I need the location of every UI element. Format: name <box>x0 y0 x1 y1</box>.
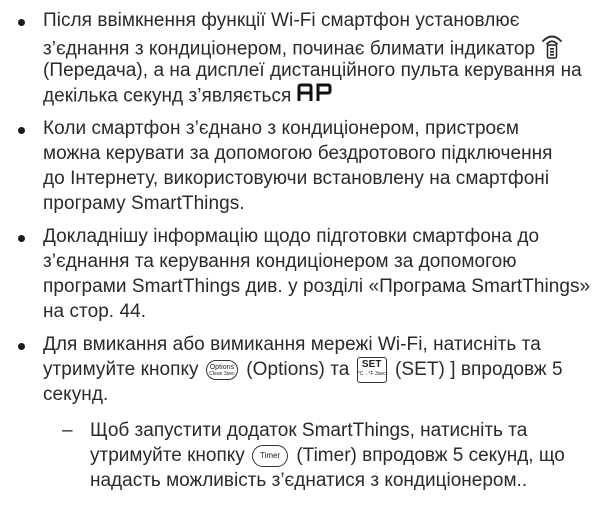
item-text: Коли смартфон з’єднано з кондиціонером, … <box>43 116 603 216</box>
text-fragment: (SET) ] впродовж 5 <box>395 359 563 381</box>
bullet-icon <box>18 19 25 26</box>
text-fragment: утримуйте кнопку <box>90 445 245 466</box>
text-line: Для вмикання або вимикання мережі Wi-Fi,… <box>43 334 541 355</box>
bullet-icon <box>18 127 25 134</box>
item-text: Для вмикання або вимикання мережі Wi-Fi,… <box>43 332 603 407</box>
text-line: Коли смартфон з’єднано з кондиціонером, … <box>43 118 520 139</box>
ap-display-code <box>297 83 335 110</box>
text-line: надасть можливість з’єднатися з кондиціо… <box>90 470 528 491</box>
text-fragment: утримуйте кнопку <box>43 359 199 381</box>
options-button-sublabel: Clean 3sec <box>209 371 235 377</box>
text-fragment: з’єднання з кондиціонером, починає блима… <box>43 38 536 60</box>
options-button-icon: Options Clean 3sec <box>205 360 238 380</box>
timer-button-label: Timer <box>260 450 281 460</box>
options-button-label: Options <box>209 364 235 371</box>
text-line: Щоб запустити додаток SmartThings, натис… <box>90 420 528 441</box>
sub-item-text: Щоб запустити додаток SmartThings, натис… <box>90 418 605 493</box>
bullet-icon <box>18 343 25 350</box>
bullet-icon <box>18 235 25 242</box>
item-text: Після ввімкнення функції Wi-Fi смартфон … <box>43 8 603 108</box>
text-line: декілька секунд з’являється AP <box>43 83 603 108</box>
item-text: Докладнішу інформацію щодо підготовки см… <box>43 224 603 324</box>
text-fragment: декілька секунд з’являється <box>43 85 292 107</box>
text-line: з’єднання та керування кондиціонером за … <box>43 251 517 272</box>
text-line: утримуйте кнопку Options Clean 3sec (Opt… <box>43 357 603 383</box>
text-line: утримуйте кнопку Timer (Timer) впродовж … <box>90 443 605 468</box>
text-line: з’єднання з кондиціонером, починає блима… <box>43 33 603 60</box>
page: Після ввімкнення функції Wi-Fi смартфон … <box>0 0 609 511</box>
text-fragment: (Options) та <box>246 359 350 381</box>
text-line: програми SmartThings див. у розділі «Про… <box>43 276 591 297</box>
text-line: програму SmartThings. <box>43 193 245 214</box>
text-line: можна керувати за допомогою бездротового… <box>43 143 553 164</box>
set-button-icon: SET °C→°F 3sec <box>356 357 387 383</box>
set-button-sublabel: °C→°F 3sec <box>357 371 386 377</box>
text-line: Докладнішу інформацію щодо підготовки см… <box>43 226 540 247</box>
text-line: на стор. 44. <box>43 301 147 322</box>
text-line: секунд. <box>43 384 109 405</box>
text-line: Після ввімкнення функції Wi-Fi смартфон … <box>43 10 520 31</box>
text-fragment: (Timer) впродовж 5 секунд, що <box>296 445 565 466</box>
text-line: до Інтернету, використовуючи встановлену… <box>43 168 550 189</box>
set-button-label: SET <box>361 359 382 370</box>
dash-marker: – <box>62 420 73 441</box>
text-line: (Передача), а на дисплеї дистанційного п… <box>43 60 582 81</box>
timer-button-icon: Timer <box>252 444 289 467</box>
